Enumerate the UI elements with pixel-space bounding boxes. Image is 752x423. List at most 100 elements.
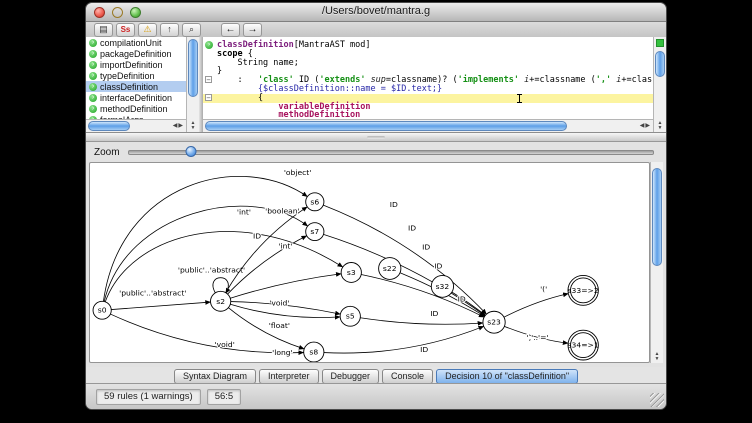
rule-icon: › [89,61,97,69]
dfa-state-s3[interactable]: s3 [341,263,361,283]
dfa-state-s5[interactable]: s5 [340,306,360,326]
dfa-diagram: 'public'..'abstract''public'..'abstract'… [89,162,650,363]
dfa-state-s22[interactable]: s22 [379,258,401,280]
hscroll-arrows-icon[interactable]: ◀▶ [173,123,184,129]
resize-grip[interactable] [650,393,664,407]
rule-icon: › [89,72,97,80]
back-button[interactable]: ← [221,23,240,37]
syntax-ok-indicator [656,39,664,47]
dfa-edge-label: ID [430,309,438,318]
zoom-thumb[interactable] [186,146,197,157]
editor-vertical-scrollbar[interactable]: ▲▼ [653,37,666,132]
svg-text:s22: s22 [383,264,397,273]
code-line[interactable]: String name; [203,59,653,68]
rule-icon: › [89,50,97,58]
dfa-edge [226,207,308,293]
dfa-state-s34[interactable]: s34=>1 [568,330,599,360]
svg-text:s3: s3 [347,268,356,277]
dfa-edge-label: ID [458,294,466,303]
forward-button[interactable]: → [243,23,262,37]
dfa-edge-label: 'long' [272,348,293,357]
vscroll-arrows-icon[interactable]: ▲▼ [651,352,663,362]
rule-label: typeDefinition [100,71,155,81]
code-lines: ›classDefinition[MantraAST mod]scope { S… [203,41,653,119]
rules-hscroll-thumb[interactable] [88,121,130,131]
rule-label: importDefinition [100,60,163,70]
rule-item-packageDefinition[interactable]: ›packageDefinition [86,48,186,59]
dfa-edge-label: ID [408,224,416,233]
tab-syntax-diagram[interactable]: Syntax Diagram [174,369,256,384]
tab-interpreter[interactable]: Interpreter [259,369,319,384]
dfa-edge [111,302,210,310]
dfa-edge-label: 'object' [284,168,312,177]
diagram-row: 'public'..'abstract''public'..'abstract'… [89,162,663,363]
rule-item-compilationUnit[interactable]: ›compilationUnit [86,37,186,48]
dfa-edge [110,314,303,353]
rules-vertical-scrollbar[interactable]: ▲▼ [186,37,199,132]
maximize-button[interactable] [130,7,141,18]
toolbar-buttons: ▤Ss⚠↑⌕ [94,23,201,37]
rules-vscroll-thumb[interactable] [188,39,198,97]
dfa-edge-label: 'boolean' [265,207,299,216]
editor-view-button[interactable]: ▤ [94,23,113,37]
close-button[interactable] [94,7,105,18]
rule-item-importDefinition[interactable]: ›importDefinition [86,59,186,70]
zoom-label: Zoom [94,147,120,158]
dfa-state-s0[interactable]: s0 [93,301,111,319]
dfa-state-s32[interactable]: s32 [431,275,453,297]
diagram-vscroll-thumb[interactable] [652,168,662,266]
tab-console[interactable]: Console [382,369,433,384]
dfa-edge-label: ID [390,200,398,209]
code-line[interactable]: {$classDefinition::name = $ID.text;} [203,85,653,94]
dfa-state-s8[interactable]: s8 [304,342,324,362]
editor-hscroll-thumb[interactable] [205,121,567,131]
svg-text:s0: s0 [98,306,107,315]
rule-label: interfaceDefinition [100,93,172,103]
vscroll-arrows-icon[interactable]: ▲▼ [187,121,199,131]
check-grammar-button[interactable]: ⚠ [138,23,157,37]
vscroll-arrows-icon[interactable]: ▲▼ [654,121,666,131]
rule-icon: › [89,105,97,113]
fold-icon[interactable]: − [205,76,212,83]
tab-debugger[interactable]: Debugger [322,369,380,384]
syntax-coloring-button[interactable]: Ss [116,23,135,37]
rule-icon: › [89,39,97,47]
rules-count: 59 rules (1 warnings) [96,389,201,405]
fold-icon[interactable]: − [205,94,212,101]
dfa-state-s23[interactable]: s23 [483,311,505,333]
zoom-slider[interactable] [128,150,654,155]
rules-list: ›compilationUnit›packageDefinition›impor… [86,37,186,119]
dfa-state-s6[interactable]: s6 [306,193,324,211]
dfa-edge [504,294,568,318]
horizontal-splitter[interactable] [86,133,666,142]
code-line[interactable]: methodDefinition [203,111,653,119]
rule-item-interfaceDefinition[interactable]: ›interfaceDefinition [86,92,186,103]
svg-text:s6: s6 [310,197,319,206]
rule-item-classDefinition[interactable]: ›classDefinition [86,81,186,92]
rules-horizontal-scrollbar[interactable]: ◀▶ [86,119,186,132]
dfa-edge [324,326,484,353]
diagram-vertical-scrollbar[interactable]: ▲▼ [650,162,663,363]
dfa-edge-label: ID [253,232,261,241]
hscroll-arrows-icon[interactable]: ◀▶ [640,123,651,129]
svg-text:s33=>2: s33=>2 [568,286,599,295]
editor-vscroll-thumb[interactable] [655,51,665,77]
dfa-edge-label: 'boolean' [238,163,272,165]
rule-item-typeDefinition[interactable]: ›typeDefinition [86,70,186,81]
titlebar[interactable]: /Users/bovet/mantra.g [86,3,666,22]
dfa-state-s7[interactable]: s7 [306,223,324,241]
goto-rule-button[interactable]: ↑ [160,23,179,37]
minimize-button[interactable] [112,7,123,18]
find-button[interactable]: ⌕ [182,23,201,37]
svg-text:s34=>1: s34=>1 [568,341,599,350]
dfa-state-s33[interactable]: s33=>2 [568,275,599,305]
dfa-state-s2[interactable]: s2 [211,291,231,311]
visualization-panel: Zoom 'public'..'abstract''public'..'abst… [86,142,666,367]
rule-item-methodDefinition[interactable]: ›methodDefinition [86,103,186,114]
grammar-pane: ›compilationUnit›packageDefinition›impor… [86,37,666,133]
code-line[interactable]: ›classDefinition[MantraAST mod] [203,41,653,50]
code-editor[interactable]: ›classDefinition[MantraAST mod]scope { S… [203,37,653,119]
tab-decision-10-of-classdefinition-[interactable]: Decision 10 of "classDefinition" [436,369,578,384]
dfa-edge-label: ID [420,345,428,354]
editor-horizontal-scrollbar[interactable]: ◀▶ [203,119,653,132]
